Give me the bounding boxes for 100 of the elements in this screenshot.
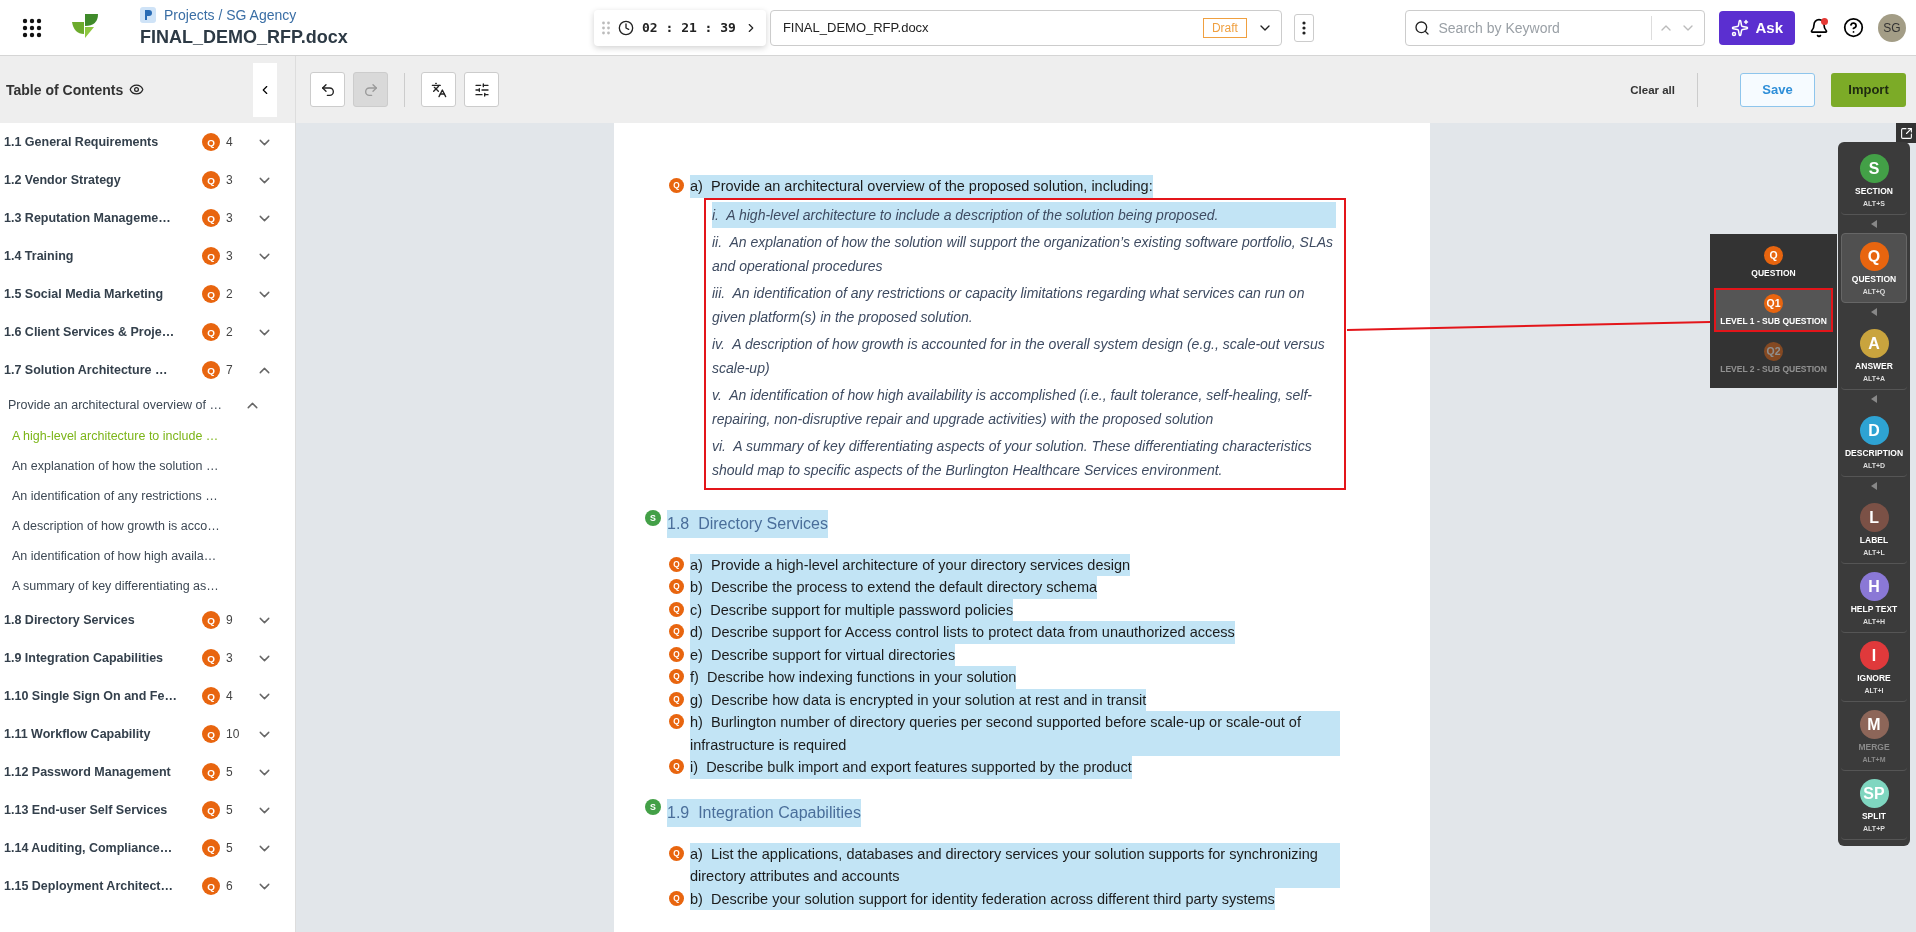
subquestion-text[interactable]: vi. A summary of key differentiating aspects of your solution. These differentiating characteristics should map to specific aspects of the Burlington Healthcare Services environment.: [712, 432, 1336, 483]
toc-item[interactable]: 1.11 Workflow Capability Q 10: [0, 715, 295, 753]
translate-button[interactable]: [421, 72, 456, 107]
toc-item[interactable]: 1.13 End-user Self Services Q 5: [0, 791, 295, 829]
filter-settings-button[interactable]: [464, 72, 499, 107]
tag-label: IGNORE: [1857, 673, 1891, 683]
caret-icon[interactable]: [1871, 220, 1877, 228]
subquestion-text[interactable]: i. A high-level architecture to include a description of the solution being proposed.: [712, 201, 1336, 228]
question-badge: Q: [202, 687, 220, 705]
ask-button[interactable]: Ask: [1719, 10, 1795, 45]
tag-label: SECTION: [1855, 186, 1893, 196]
question-badge: Q: [202, 209, 220, 227]
question-count: 6: [226, 879, 234, 893]
toc-subitem[interactable]: An identification of any restrictions …: [0, 481, 295, 511]
tag-label: ANSWER: [1855, 361, 1893, 371]
question-badge: Q: [202, 611, 220, 629]
toc-item[interactable]: 1.2 Vendor Strategy Q 3: [0, 161, 295, 199]
caret-icon[interactable]: [1871, 395, 1877, 403]
user-avatar[interactable]: SG: [1878, 13, 1906, 42]
tag-badge: D: [1859, 416, 1889, 445]
question-text[interactable]: f) Describe how indexing functions in your solution: [690, 666, 1017, 689]
tag-label: HELP TEXT: [1850, 604, 1898, 614]
tag-badge: L: [1859, 503, 1889, 532]
question-count: 4: [226, 689, 234, 703]
toc-item[interactable]: 1.14 Auditing, Compliance… Q 5: [0, 829, 295, 867]
question-count: 2: [226, 287, 234, 301]
question-badge: Q: [202, 285, 220, 303]
toc-item[interactable]: 1.6 Client Services & Proje… Q 2: [0, 313, 295, 351]
subquestion-text[interactable]: iii. An identification of any restrictions or capacity limitations regarding what services can run on given platform(s) in the proposed solution.: [712, 279, 1336, 330]
tag-badge: H: [1859, 572, 1889, 601]
tag-badge: I: [1859, 641, 1889, 670]
import-button[interactable]: Import: [1831, 72, 1906, 107]
tag-badge: Q2: [1764, 342, 1783, 361]
project-icon: [140, 7, 156, 23]
tag-badge: A: [1859, 329, 1889, 358]
toc-subitem[interactable]: A description of how growth is acco…: [0, 511, 295, 541]
help-button[interactable]: [1843, 17, 1864, 38]
toc-item[interactable]: 1.4 Training Q 3: [0, 237, 295, 275]
question-count: 4: [226, 135, 234, 149]
question-text[interactable]: e) Describe support for virtual directories: [690, 643, 956, 666]
tag-badge: M: [1859, 710, 1889, 739]
toc-item[interactable]: 1.3 Reputation Manageme… Q 3: [0, 199, 295, 237]
question-count: 9: [226, 613, 234, 627]
subquestion-text[interactable]: iv. A description of how growth is accounted for in the overall system design (e.g., scale-out versus scale-up): [712, 330, 1336, 381]
caret-icon[interactable]: [1871, 482, 1877, 490]
question-text[interactable]: c) Describe support for multiple password policies: [690, 598, 1014, 621]
notifications-button[interactable]: [1809, 17, 1829, 38]
toc-item[interactable]: 1.10 Single Sign On and Fe… Q 4: [0, 677, 295, 715]
drag-handle-icon[interactable]: [602, 20, 610, 35]
question-text[interactable]: a) Provide an architectural overview of the proposed solution, including:: [690, 175, 1153, 198]
question-text[interactable]: i) Describe bulk import and export features supported by the product: [690, 756, 1132, 779]
question-badge: Q: [669, 624, 684, 639]
clear-all-button[interactable]: Clear all: [1624, 82, 1681, 97]
toc-title: Table of Contents: [6, 81, 124, 98]
sliders-icon: [473, 81, 490, 98]
search-field[interactable]: Search by Keyword: [1405, 9, 1706, 46]
document-select[interactable]: FINAL_DEMO_RFP.docx Draft: [769, 9, 1282, 46]
breadcrumb-link[interactable]: Projects / SG Agency: [164, 7, 297, 23]
question-text[interactable]: a) Provide a high-level architecture of your directory services design: [690, 553, 1131, 576]
apps-grid-icon[interactable]: [22, 17, 42, 38]
toc-item[interactable]: 1.15 Deployment Architect… Q 6: [0, 867, 295, 905]
more-button[interactable]: [1293, 13, 1314, 42]
question-count: 3: [226, 173, 234, 187]
toc-item[interactable]: 1.1 General Requirements Q 4: [0, 123, 295, 161]
question-count: 3: [226, 651, 234, 665]
section-badge: S: [645, 798, 661, 815]
toc-item[interactable]: 1.5 Social Media Marketing Q 2: [0, 275, 295, 313]
question-count: 3: [226, 211, 234, 225]
sparkle-icon: [1731, 18, 1750, 37]
question-badge: Q: [202, 649, 220, 667]
section-heading[interactable]: 1.9 Integration Capabilities: [667, 798, 861, 827]
toc-item[interactable]: 1.9 Integration Capabilities Q 3: [0, 639, 295, 677]
undo-button[interactable]: [310, 72, 345, 107]
external-link-icon: [1899, 126, 1913, 140]
question-badge: Q: [202, 361, 220, 379]
more-icon: [1301, 20, 1306, 35]
eye-icon[interactable]: [129, 82, 145, 97]
toc-subitem[interactable]: An explanation of how the solution …: [0, 451, 295, 481]
toc-subitem[interactable]: A summary of key differentiating as…: [0, 571, 295, 601]
toc-item[interactable]: 1.8 Directory Services Q 9: [0, 601, 295, 639]
tag-label: QUESTION: [1851, 274, 1897, 284]
toc-subitem[interactable]: Provide an architectural overview of …: [0, 389, 295, 421]
menu-item[interactable]: Q1 LEVEL 1 - SUB QUESTION: [1714, 288, 1833, 332]
question-badge: Q: [202, 133, 220, 151]
question-badge: Q: [669, 669, 684, 684]
question-text[interactable]: b) Describe the process to extend the default directory schema: [690, 576, 1098, 599]
question-badge: Q: [202, 839, 220, 857]
document-title: FINAL_DEMO_RFP.docx: [140, 27, 349, 48]
caret-icon[interactable]: [1871, 308, 1877, 316]
question-text[interactable]: b) Describe your solution support for identity federation across different third party systems: [690, 887, 1275, 910]
external-link-button[interactable]: [1896, 123, 1916, 143]
toc-subitem[interactable]: An identification of how high availa…: [0, 541, 295, 571]
question-text[interactable]: g) Describe how data is encrypted in your solution at rest and in transit: [690, 688, 1147, 711]
toc-item[interactable]: 1.7 Solution Architecture … Q 7: [0, 351, 295, 389]
question-badge: Q: [202, 323, 220, 341]
toc-item[interactable]: 1.12 Password Management Q 5: [0, 753, 295, 791]
tag-badge: S: [1859, 154, 1889, 183]
menu-item[interactable]: Q QUESTION: [1714, 242, 1833, 282]
section-heading[interactable]: 1.8 Directory Services: [667, 509, 828, 538]
question-text[interactable]: d) Describe support for Access control lists to protect data from unauthorized access: [690, 621, 1235, 644]
